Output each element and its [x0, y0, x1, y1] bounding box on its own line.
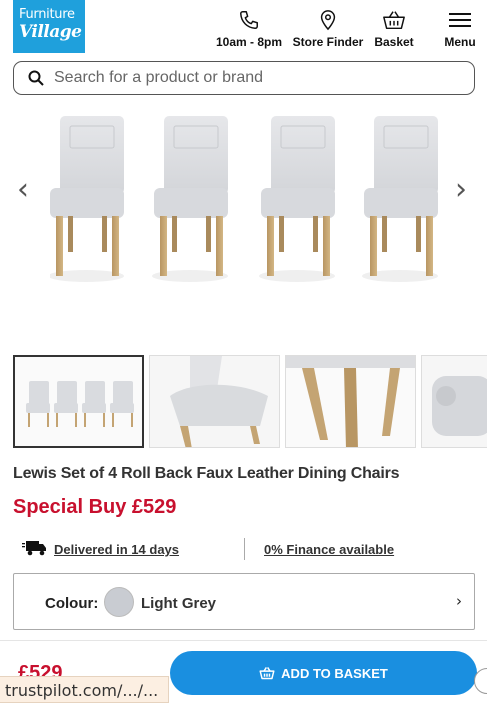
status-bar-url: trustpilot.com/.../...	[0, 676, 170, 703]
finance-link[interactable]: 0% Finance available	[264, 542, 394, 557]
colour-value: Light Grey	[141, 595, 217, 612]
carousel-next-arrow[interactable]: ›	[455, 172, 467, 207]
colour-selector[interactable]: Colour: Light Grey ›	[13, 573, 475, 630]
basket-label: Basket	[374, 35, 414, 49]
menu-label: Menu	[444, 35, 476, 49]
delivery-link[interactable]: Delivered in 14 days	[54, 542, 179, 557]
search-input[interactable]	[54, 67, 464, 89]
bottom-bar-divider	[0, 640, 487, 641]
add-to-basket-button[interactable]: ADD TO BASKET	[170, 651, 477, 695]
carousel-prev-arrow[interactable]: ‹	[17, 172, 29, 207]
store-finder-label: Store Finder	[292, 35, 364, 49]
product-title: Lewis Set of 4 Roll Back Faux Leather Di…	[13, 465, 400, 482]
product-price: Special Buy £529	[13, 496, 177, 518]
site-header: Furniture Village 10am - 8pm Store Finde…	[0, 0, 487, 58]
search-icon[interactable]	[28, 70, 44, 91]
product-image-carousel: ‹ ›	[0, 100, 487, 350]
colour-swatch	[104, 587, 134, 617]
thumbnail-strip	[13, 355, 487, 448]
thumbnail-4[interactable]	[421, 355, 487, 448]
basket-link[interactable]: Basket	[372, 8, 416, 49]
chair-2	[152, 116, 228, 282]
chair-1	[50, 116, 124, 282]
chair-3	[259, 116, 335, 282]
logo-line-2: Village	[19, 22, 82, 42]
location-pin-icon	[318, 8, 338, 32]
product-main-image[interactable]	[50, 116, 445, 296]
add-to-basket-label: ADD TO BASKET	[281, 665, 388, 681]
logo-line-1: Furniture	[19, 7, 75, 22]
chevron-right-icon: ›	[456, 592, 462, 610]
menu-button[interactable]: Menu	[440, 8, 480, 49]
thumbnail-1[interactable]	[13, 355, 144, 448]
opening-hours-label: 10am - 8pm	[215, 35, 283, 49]
search-bar	[13, 61, 475, 95]
info-divider	[244, 538, 245, 560]
delivery-finance-row: Delivered in 14 days 0% Finance availabl…	[13, 536, 475, 562]
hamburger-menu-icon	[448, 8, 472, 32]
opening-hours-link[interactable]: 10am - 8pm	[215, 8, 283, 49]
thumbnail-2[interactable]	[149, 355, 280, 448]
colour-label: Colour:	[45, 595, 99, 612]
phone-icon	[238, 8, 260, 32]
basket-icon	[382, 8, 406, 32]
store-finder-link[interactable]: Store Finder	[293, 8, 363, 49]
thumbnail-3[interactable]	[285, 355, 416, 448]
furniture-village-logo[interactable]: Furniture Village	[13, 0, 85, 53]
partial-circle-button[interactable]	[474, 668, 487, 694]
basket-icon	[259, 666, 275, 680]
delivery-truck-icon	[22, 540, 47, 561]
chair-4	[362, 116, 438, 282]
